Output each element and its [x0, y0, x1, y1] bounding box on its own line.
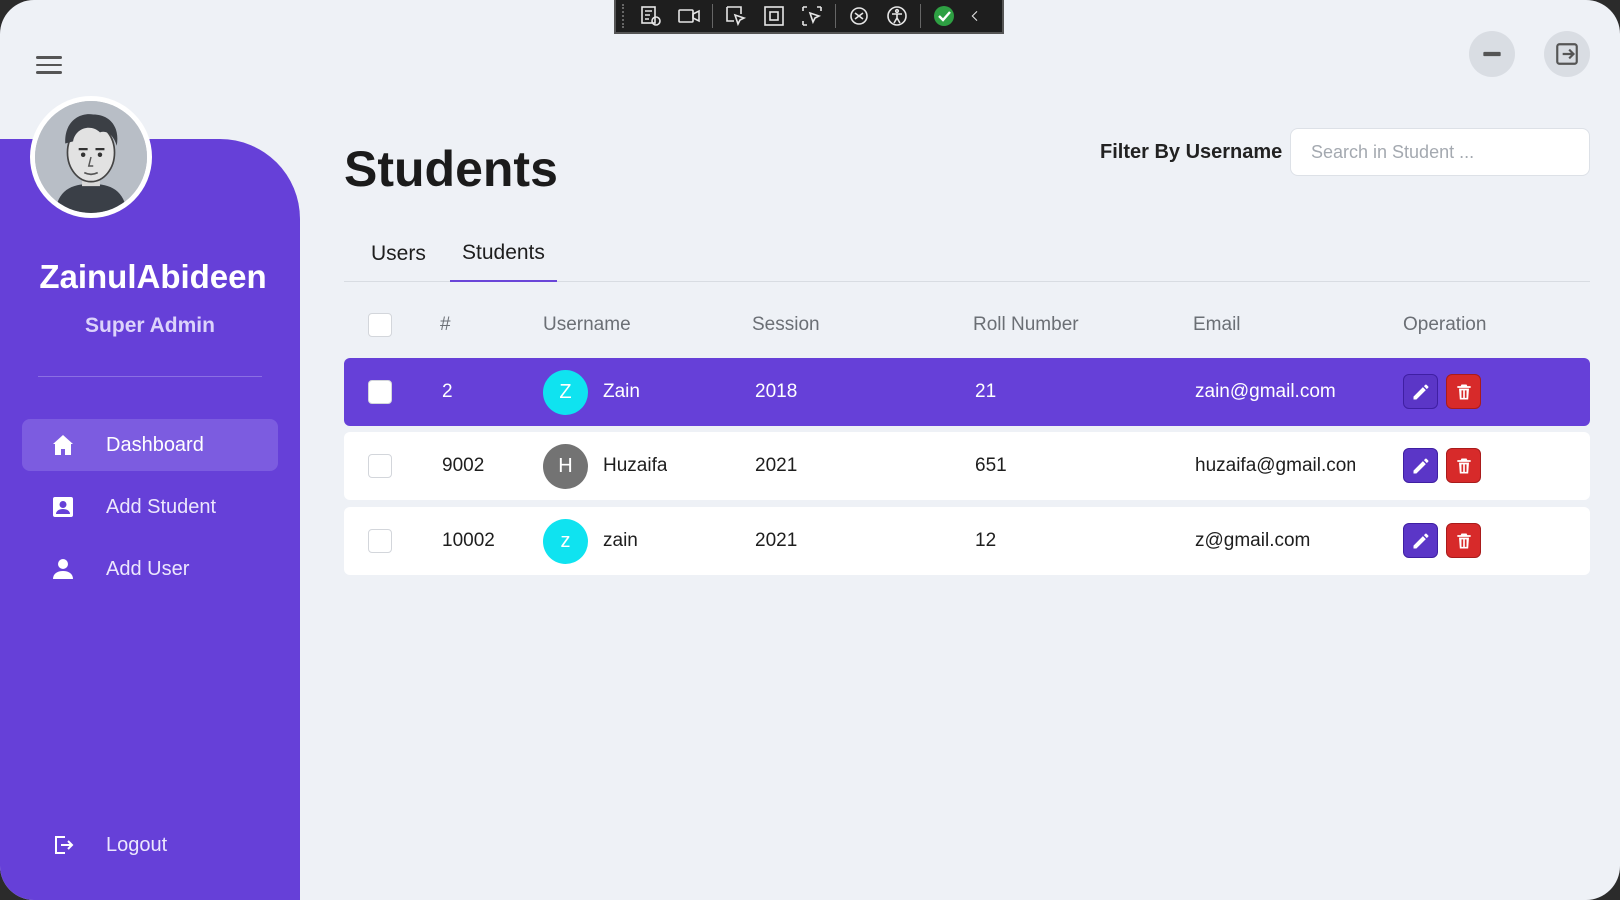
row-roll-number: 21 — [975, 381, 997, 402]
tab-students[interactable]: Students — [450, 226, 557, 282]
table-row[interactable]: 2 Z Zain 2018 21 zain@gmail.com — [344, 358, 1590, 426]
display-layout-adorners-icon[interactable] — [759, 3, 789, 29]
avatar: Z — [543, 370, 588, 415]
delete-button[interactable] — [1446, 448, 1481, 483]
search-input[interactable] — [1290, 128, 1590, 176]
sidebar-item-add-student[interactable]: Add Student — [22, 481, 278, 533]
edit-button[interactable] — [1403, 374, 1438, 409]
toolbar-separator — [920, 4, 921, 28]
column-header-operation: Operation — [1403, 314, 1487, 335]
sidebar-divider — [38, 376, 262, 377]
row-username: Huzaifa — [603, 455, 668, 476]
page-title: Students — [344, 141, 558, 197]
row-session: 2021 — [755, 455, 798, 476]
row-email: huzaifa@gmail.com — [1195, 455, 1355, 476]
tab-users[interactable]: Users — [359, 226, 438, 282]
hot-reload-icon[interactable] — [844, 3, 874, 29]
edit-button[interactable] — [1403, 523, 1438, 558]
pencil-icon — [1413, 458, 1428, 473]
row-checkbox[interactable] — [368, 380, 392, 404]
pencil-icon — [1413, 384, 1428, 399]
column-header-roll-number[interactable]: Roll Number — [973, 314, 1079, 336]
tab-bar: Users Students — [344, 226, 1590, 282]
person-icon — [50, 556, 76, 582]
hamburger-menu-icon[interactable] — [36, 50, 68, 80]
trash-icon — [1456, 458, 1471, 473]
column-header-email[interactable]: Email — [1193, 314, 1241, 336]
toolbar-separator — [835, 4, 836, 28]
toolbar-separator — [712, 4, 713, 28]
track-focus-icon[interactable] — [797, 3, 827, 29]
row-id: 2 — [442, 381, 453, 402]
filter-label: Filter By Username — [1100, 141, 1283, 163]
row-session: 2021 — [755, 530, 798, 551]
table-header: # Username Session Roll Number Email Ope… — [344, 300, 1590, 350]
row-username: Zain — [603, 381, 640, 402]
row-session: 2018 — [755, 381, 798, 402]
debug-toolbar — [614, 0, 1004, 34]
status-check-icon — [929, 3, 959, 29]
home-icon — [50, 432, 76, 458]
table-row[interactable]: 10002 z zain 2021 12 z@gmail.com — [344, 507, 1590, 575]
exit-button[interactable] — [1544, 31, 1590, 77]
row-checkbox[interactable] — [368, 454, 392, 478]
trash-icon — [1456, 533, 1471, 548]
sign-out-icon — [1556, 43, 1578, 65]
column-header-id[interactable]: # — [440, 314, 451, 336]
column-header-username[interactable]: Username — [543, 314, 631, 336]
row-email: zain@gmail.com — [1195, 381, 1336, 402]
avatar: H — [543, 444, 588, 489]
select-element-icon[interactable] — [721, 3, 751, 29]
user-portrait-icon — [35, 101, 147, 213]
row-id: 9002 — [442, 455, 485, 476]
pencil-icon — [1413, 533, 1428, 548]
logout-icon — [50, 832, 76, 858]
row-email: z@gmail.com — [1195, 530, 1311, 551]
sidebar-item-label: Add Student — [106, 495, 217, 518]
toolbar-grip[interactable] — [622, 4, 628, 28]
sidebar-item-label: Dashboard — [106, 433, 204, 456]
video-camera-icon[interactable] — [674, 3, 704, 29]
sidebar-item-label: Add User — [106, 557, 190, 580]
table-row[interactable]: 9002 H Huzaifa 2021 651 huzaifa@gmail.co… — [344, 432, 1590, 500]
delete-button[interactable] — [1446, 374, 1481, 409]
contact-card-icon — [50, 494, 76, 520]
minimize-button[interactable] — [1469, 31, 1515, 77]
app-window: ZainulAbideen Super Admin Dashboard Add … — [0, 0, 1620, 900]
accessibility-icon[interactable] — [882, 3, 912, 29]
edit-button[interactable] — [1403, 448, 1438, 483]
delete-button[interactable] — [1446, 523, 1481, 558]
sidebar-item-add-user[interactable]: Add User — [22, 543, 278, 595]
select-all-checkbox[interactable] — [368, 313, 392, 337]
column-header-session[interactable]: Session — [752, 314, 820, 336]
row-checkbox[interactable] — [368, 529, 392, 553]
collapse-chevron-icon[interactable] — [967, 3, 983, 29]
trash-icon — [1456, 384, 1471, 399]
row-roll-number: 12 — [975, 530, 997, 551]
sidebar-item-dashboard[interactable]: Dashboard — [22, 419, 278, 471]
row-id: 10002 — [442, 530, 495, 551]
sidebar-item-logout[interactable]: Logout — [22, 819, 278, 871]
row-roll-number: 651 — [975, 455, 1007, 476]
row-username: zain — [603, 530, 638, 551]
minus-icon — [1483, 51, 1501, 57]
sidebar-item-label: Logout — [106, 833, 168, 856]
user-role: Super Admin — [85, 314, 215, 337]
live-visual-tree-icon[interactable] — [636, 3, 666, 29]
user-name: ZainulAbideen — [39, 258, 267, 295]
avatar — [30, 96, 152, 218]
avatar: z — [543, 519, 588, 564]
